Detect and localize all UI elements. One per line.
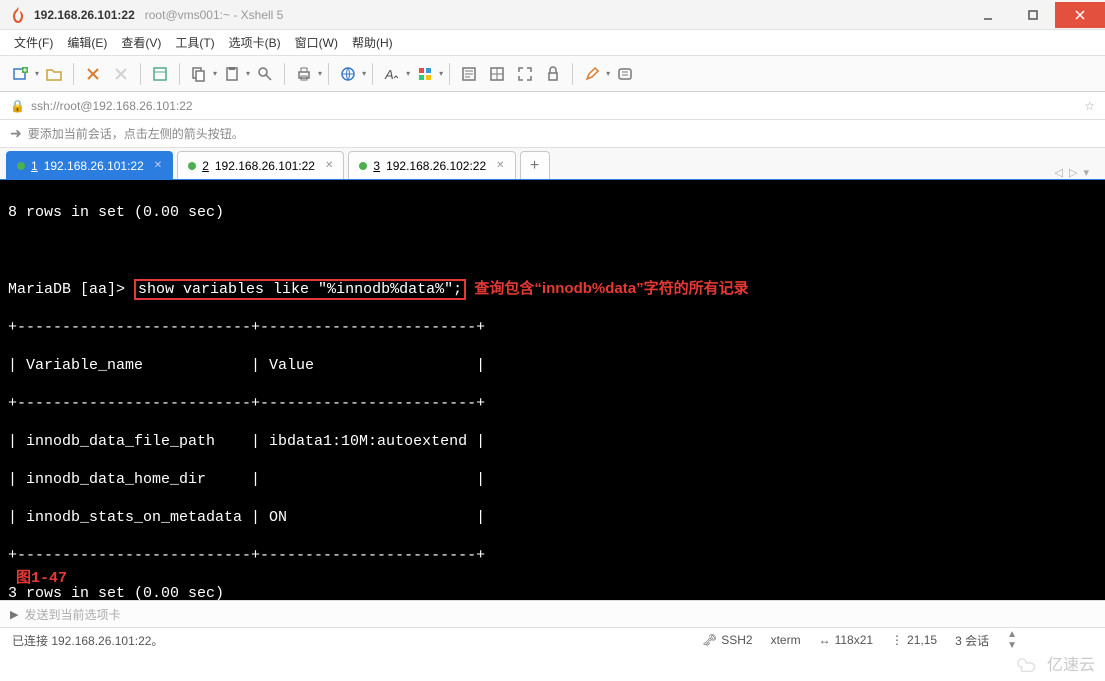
menu-tools[interactable]: 工具(T) <box>175 34 214 51</box>
status-cursor: ⋮21,15 <box>891 633 937 647</box>
color-button[interactable]: ▾ <box>412 61 443 87</box>
term-line: | Variable_name | Value | <box>8 356 1097 375</box>
lock-button[interactable] <box>484 61 510 87</box>
lock-icon: 🔒 <box>10 99 25 113</box>
tab-nav: ◁ ▷ ▾ <box>1055 166 1099 179</box>
tab-close-icon[interactable]: ✕ <box>496 160 504 171</box>
copy-button[interactable]: ▾ <box>186 61 217 87</box>
reconnect-button[interactable] <box>80 61 106 87</box>
help-button[interactable] <box>612 61 638 87</box>
resize-icon: ↔ <box>819 633 831 647</box>
close-button[interactable] <box>1055 2 1105 28</box>
figure-label: 图1-47 <box>16 569 67 588</box>
address-url: ssh://root@192.168.26.101:22 <box>31 99 1084 113</box>
toolbar: ▾ ▾ ▾ ▾ ▾ A▾ ▾ ▾ <box>0 56 1105 92</box>
compose-bar[interactable]: ▶ 发送到当前选项卡 <box>0 600 1105 628</box>
tab-accel: 2 <box>202 159 209 173</box>
status-protocol: 🗝SSH2 <box>702 633 753 647</box>
tab-label: 192.168.26.101:22 <box>215 159 315 173</box>
compose-caret-icon: ▶ <box>10 608 18 621</box>
app-icon <box>10 7 26 23</box>
tab-menu-icon[interactable]: ▾ <box>1083 166 1089 179</box>
term-line: | innodb_stats_on_metadata | ON | <box>8 508 1097 527</box>
term-line: +--------------------------+------------… <box>8 546 1097 565</box>
menu-view[interactable]: 查看(V) <box>121 34 161 51</box>
term-line: +--------------------------+------------… <box>8 318 1097 337</box>
session-tabs: 1 192.168.26.101:22 ✕ 2 192.168.26.101:2… <box>0 148 1105 180</box>
tab-session-1[interactable]: 1 192.168.26.101:22 ✕ <box>6 151 173 179</box>
print-button[interactable]: ▾ <box>291 61 322 87</box>
term-line: | innodb_data_file_path | ibdata1:10M:au… <box>8 432 1097 451</box>
watermark: 亿速云 <box>1015 651 1095 675</box>
window-title: 192.168.26.101:22 <box>34 8 135 22</box>
tab-close-icon[interactable]: ✕ <box>154 160 162 171</box>
highlight-button[interactable]: ▾ <box>579 61 610 87</box>
term-line: +--------------------------+------------… <box>8 394 1097 413</box>
new-session-button[interactable]: ▾ <box>8 61 39 87</box>
status-term: xterm <box>771 633 801 647</box>
lock2-button[interactable] <box>540 61 566 87</box>
menu-help[interactable]: 帮助(H) <box>352 34 393 51</box>
properties-button[interactable] <box>147 61 173 87</box>
compose-placeholder: 发送到当前选项卡 <box>24 606 120 623</box>
menubar: 文件(F) 编辑(E) 查看(V) 工具(T) 选项卡(B) 窗口(W) 帮助(… <box>0 30 1105 56</box>
maximize-button[interactable] <box>1010 2 1055 28</box>
tab-accel: 3 <box>373 159 380 173</box>
term-line: MariaDB [aa]> show variables like "%inno… <box>8 279 1097 299</box>
script-button[interactable] <box>456 61 482 87</box>
titlebar: 192.168.26.101:22 root@vms001:~ - Xshell… <box>0 0 1105 30</box>
term-line: | innodb_data_home_dir | | <box>8 470 1097 489</box>
fullscreen-button[interactable] <box>512 61 538 87</box>
transfer-button[interactable]: ▾ <box>335 61 366 87</box>
tab-label: 192.168.26.102:22 <box>386 159 486 173</box>
tab-session-2[interactable]: 2 192.168.26.101:22 ✕ <box>177 151 344 179</box>
tab-session-3[interactable]: 3 192.168.26.102:22 ✕ <box>348 151 515 179</box>
minimize-button[interactable] <box>965 2 1010 28</box>
term-line: 3 rows in set (0.00 sec) <box>8 584 1097 600</box>
hint-bar: ➜ 要添加当前会话，点击左侧的箭头按钮。 <box>0 120 1105 148</box>
menu-edit[interactable]: 编辑(E) <box>67 34 107 51</box>
open-session-button[interactable] <box>41 61 67 87</box>
window-controls <box>965 2 1105 28</box>
status-dot-icon <box>17 162 25 170</box>
disconnect-button[interactable] <box>108 61 134 87</box>
statusbar: 已连接 192.168.26.101:22。 🗝SSH2 xterm ↔118x… <box>0 628 1105 652</box>
svg-text:A: A <box>384 67 394 82</box>
find-button[interactable] <box>252 61 278 87</box>
status-sessions: 3 会话 <box>955 632 989 649</box>
terminal[interactable]: 8 rows in set (0.00 sec) MariaDB [aa]> s… <box>0 180 1105 600</box>
status-connection: 已连接 192.168.26.101:22。 <box>12 632 684 649</box>
tab-close-icon[interactable]: ✕ <box>325 160 333 171</box>
menu-tabs[interactable]: 选项卡(B) <box>229 34 281 51</box>
term-line: 8 rows in set (0.00 sec) <box>8 203 1097 222</box>
bookmark-icon[interactable]: ☆ <box>1084 99 1095 113</box>
address-bar[interactable]: 🔒 ssh://root@192.168.26.101:22 ☆ <box>0 92 1105 120</box>
status-updown-icon[interactable]: ▲▼ <box>1007 629 1017 651</box>
menu-file[interactable]: 文件(F) <box>14 34 53 51</box>
cursor-pos-icon: ⋮ <box>891 633 903 647</box>
tab-prev-icon[interactable]: ◁ <box>1055 166 1063 179</box>
tab-label: 192.168.26.101:22 <box>44 159 144 173</box>
paste-button[interactable]: ▾ <box>219 61 250 87</box>
tab-add-button[interactable]: + <box>520 151 550 179</box>
highlight-box: show variables like "%innodb%data%"; <box>134 279 466 300</box>
hint-text: 要添加当前会话，点击左侧的箭头按钮。 <box>28 125 244 142</box>
status-dot-icon <box>359 162 367 170</box>
term-line <box>8 241 1097 260</box>
window-subtitle: root@vms001:~ - Xshell 5 <box>145 8 284 22</box>
status-size: ↔118x21 <box>819 633 873 647</box>
tab-accel: 1 <box>31 159 38 173</box>
hint-arrow-icon[interactable]: ➜ <box>10 125 22 142</box>
font-button[interactable]: A▾ <box>379 61 410 87</box>
tab-next-icon[interactable]: ▷ <box>1069 166 1077 179</box>
status-dot-icon <box>188 162 196 170</box>
menu-window[interactable]: 窗口(W) <box>295 34 338 51</box>
annotation: 查询包含“innodb%data”字符的所有记录 <box>466 280 749 297</box>
ssh-icon: 🗝 <box>702 633 717 647</box>
